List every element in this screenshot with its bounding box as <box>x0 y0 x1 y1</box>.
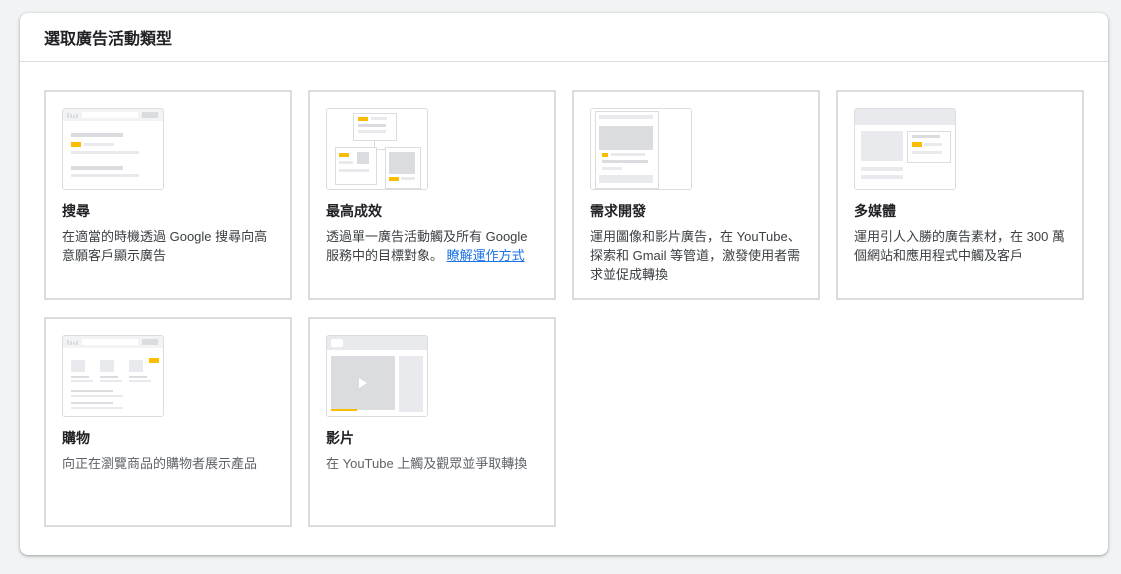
play-icon <box>359 378 367 388</box>
video-illustration-icon <box>326 335 428 417</box>
card-title: 影片 <box>326 430 354 446</box>
campaign-type-grid: 搜尋 在適當的時機透過 Google 搜尋向高意願客戶顯示廣告 最高成效 透過單… <box>44 90 1084 527</box>
card-description: 向正在瀏覽商品的購物者展示產品 <box>62 456 258 471</box>
card-title: 搜尋 <box>62 203 90 219</box>
campaign-card-display[interactable]: 多媒體 運用引人入勝的廣告素材，在 300 萬個網站和應用程式中觸及客戶 <box>836 90 1084 300</box>
campaign-card-demand-gen[interactable]: 需求開發 運用圖像和影片廣告，在 YouTube、探索和 Gmail 等管道，激… <box>572 90 820 300</box>
demand-gen-illustration-icon <box>590 108 692 190</box>
card-description: 在 YouTube 上觸及觀眾並爭取轉換 <box>326 456 528 471</box>
campaign-card-search[interactable]: 搜尋 在適當的時機透過 Google 搜尋向高意願客戶顯示廣告 <box>44 90 292 300</box>
card-description: 透過單一廣告活動觸及所有 Google 服務中的目標對象。 瞭解運作方式 <box>326 227 538 265</box>
card-title: 需求開發 <box>590 203 646 219</box>
search-illustration-icon <box>62 108 164 190</box>
card-description: 運用圖像和影片廣告，在 YouTube、探索和 Gmail 等管道，激發使用者需… <box>590 229 801 282</box>
card-title: 購物 <box>62 430 90 446</box>
panel-title: 選取廣告活動類型 <box>20 13 1108 62</box>
performance-max-illustration-icon <box>326 108 428 190</box>
campaign-card-video[interactable]: 影片 在 YouTube 上觸及觀眾並爭取轉換 <box>308 317 556 527</box>
card-description: 運用引人入勝的廣告素材，在 300 萬個網站和應用程式中觸及客戶 <box>854 229 1065 263</box>
display-illustration-icon <box>854 108 956 190</box>
campaign-card-performance-max[interactable]: 最高成效 透過單一廣告活動觸及所有 Google 服務中的目標對象。 瞭解運作方… <box>308 90 556 300</box>
shopping-illustration-icon <box>62 335 164 417</box>
campaign-card-shopping[interactable]: 購物 向正在瀏覽商品的購物者展示產品 <box>44 317 292 527</box>
card-description: 在適當的時機透過 Google 搜尋向高意願客戶顯示廣告 <box>62 229 268 263</box>
learn-how-it-works-link[interactable]: 瞭解運作方式 <box>447 248 525 263</box>
card-title: 最高成效 <box>326 203 382 219</box>
card-title: 多媒體 <box>854 203 896 219</box>
campaign-type-panel: 選取廣告活動類型 搜尋 在適當的時機透過 Google 搜尋向高意願客戶顯示廣告 <box>20 13 1108 555</box>
